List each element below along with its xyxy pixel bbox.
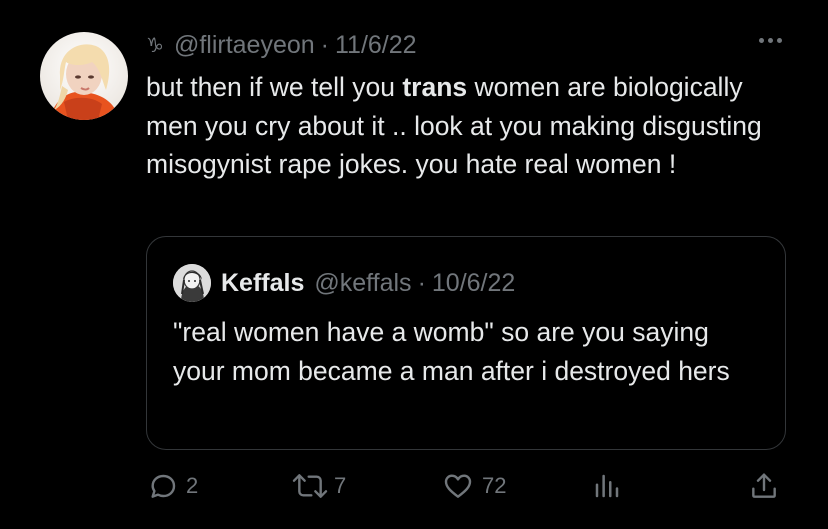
quote-author-name[interactable]: Keffals [221,269,304,298]
tweet-date[interactable]: 11/6/22 [335,31,417,60]
tweet-action-bar: 2 7 72 [146,468,786,504]
retweet-button[interactable]: 7 [290,468,346,504]
reply-count: 2 [186,473,199,498]
retweet-icon [290,470,330,502]
author-avatar[interactable] [40,32,128,120]
views-icon [592,470,622,502]
more-options-icon[interactable] [759,38,782,43]
quote-author-handle[interactable]: @keffals [314,269,411,298]
like-button[interactable]: 72 [442,468,506,504]
quote-header-separator: · [417,268,426,297]
retweet-count: 7 [334,473,347,498]
tweet-text: but then if we tell you trans women are … [146,68,786,184]
quote-date[interactable]: 10/6/22 [432,269,515,298]
zodiac-capricorn-icon: ♑ [146,33,164,57]
quote-text: "real women have a womb" so are you sayi… [173,317,730,386]
tweet-text-part: but then if we tell you [146,72,403,102]
share-icon [748,470,780,502]
views-button[interactable] [592,468,622,504]
quote-author-avatar[interactable] [173,264,211,302]
quoted-tweet[interactable]: Keffals @keffals · 10/6/22 "real women h… [146,236,786,450]
heart-icon [442,470,474,502]
reply-icon [146,470,178,502]
header-separator: · [320,30,329,59]
share-button[interactable] [748,468,780,504]
quote-header: Keffals @keffals · 10/6/22 [221,265,515,301]
tweet-text-bold: trans [402,72,468,102]
tweet-header: ♑ @flirtaeyeon · 11/6/22 [146,28,417,62]
reply-button[interactable]: 2 [146,468,198,504]
author-handle[interactable]: @flirtaeyeon [174,31,315,60]
like-count: 72 [482,473,507,498]
